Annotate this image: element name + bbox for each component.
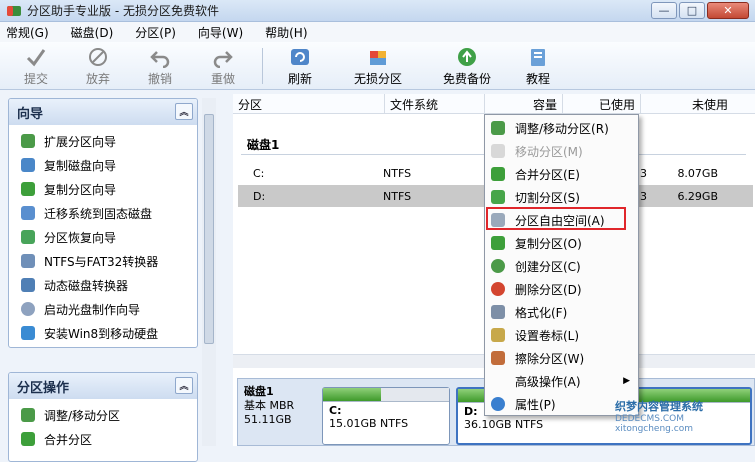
window-title: 分区助手专业版 - 无损分区免费软件 — [27, 4, 219, 18]
op-resize-move[interactable]: 调整/移动分区 — [9, 403, 197, 427]
menu-partition[interactable]: 分区(P) — [135, 24, 176, 41]
label-icon — [491, 328, 505, 342]
wizard-dynamic-disk[interactable]: 动态磁盘转换器 — [9, 273, 197, 297]
extend-icon — [21, 134, 35, 148]
copy-partition-icon — [21, 182, 35, 196]
left-panel: 向导 ︽ 扩展分区向导 复制磁盘向导 复制分区向导 迁移系统到固态磁盘 分区恢复… — [8, 98, 198, 462]
app-icon — [7, 5, 21, 16]
merge-icon — [21, 432, 35, 446]
wizard-migrate-ssd[interactable]: 迁移系统到固态磁盘 — [9, 201, 197, 225]
partition-cube-icon — [370, 51, 386, 65]
windows-icon — [21, 326, 35, 340]
free-backup-button[interactable]: 免费备份 — [437, 46, 497, 87]
refresh-icon — [291, 49, 309, 65]
ctx-move: 移动分区(M) — [485, 140, 638, 162]
ctx-delete[interactable]: 删除分区(D) — [485, 278, 638, 300]
close-button[interactable]: ✕ — [707, 2, 749, 19]
copy-disk-icon — [21, 158, 35, 172]
minimize-button[interactable]: — — [651, 2, 677, 19]
undo-button[interactable]: 撤销 — [130, 46, 190, 87]
submenu-arrow-icon: ▶ — [623, 376, 630, 386]
highlight-annotation — [486, 207, 626, 230]
ctx-merge[interactable]: 合并分区(E) — [485, 163, 638, 185]
format-icon — [491, 305, 505, 319]
watermark: 织梦内容管理系统 DEDECMS.COM xitongcheng.com — [615, 400, 703, 434]
ctx-wipe[interactable]: 擦除分区(W) — [485, 347, 638, 369]
cd-icon — [21, 302, 35, 316]
menu-general[interactable]: 常规(G) — [6, 24, 49, 41]
col-unused[interactable]: 未使用 — [641, 94, 733, 113]
wizard-win8-to-usb[interactable]: 安装Win8到移动硬盘 — [9, 321, 197, 345]
ctx-copy[interactable]: 复制分区(O) — [485, 232, 638, 254]
split-icon — [491, 190, 505, 204]
recover-icon — [21, 230, 35, 244]
tutorial-button[interactable]: 教程 — [508, 46, 568, 87]
migrate-icon — [21, 206, 35, 220]
toolbar-separator — [262, 48, 263, 84]
wipe-icon — [491, 351, 505, 365]
resize-icon — [491, 121, 505, 135]
convert-icon — [21, 254, 35, 268]
ctx-set-label[interactable]: 设置卷标(L) — [485, 324, 638, 346]
partition-block-c[interactable]: C: 15.01GB NTFS — [322, 387, 450, 445]
left-splitter-scrollbar[interactable] — [202, 98, 216, 446]
wizard-ntfs-fat32[interactable]: NTFS与FAT32转换器 — [9, 249, 197, 273]
info-icon — [491, 397, 505, 411]
delete-icon — [491, 282, 505, 296]
disk-group-label: 磁盘1 — [247, 138, 280, 152]
title-bar: 分区助手专业版 - 无损分区免费软件 — □ ✕ — [0, 0, 755, 22]
ctx-create[interactable]: 创建分区(C) — [485, 255, 638, 277]
book-icon — [531, 49, 545, 66]
refresh-button[interactable]: 刷新 — [270, 46, 330, 87]
discard-button[interactable]: 放弃 — [68, 46, 128, 87]
maximize-button[interactable]: □ — [679, 2, 705, 19]
ctx-advanced[interactable]: 高级操作(A) ▶ — [485, 370, 638, 392]
dynamic-disk-icon — [21, 278, 35, 292]
wizard-copy-partition[interactable]: 复制分区向导 — [9, 177, 197, 201]
menu-help[interactable]: 帮助(H) — [265, 24, 307, 41]
table-header: 分区 文件系统 容量 已使用 未使用 — [233, 94, 755, 114]
collapse-wizard-button[interactable]: ︽ — [175, 103, 193, 120]
scrollbar-thumb[interactable] — [204, 114, 214, 344]
op-merge[interactable]: 合并分区 — [9, 427, 197, 451]
ctx-resize-move[interactable]: 调整/移动分区(R) — [485, 117, 638, 139]
undo-icon — [150, 51, 170, 68]
menu-wizard[interactable]: 向导(W) — [198, 24, 243, 41]
col-partition[interactable]: 分区 — [233, 94, 385, 113]
move-icon — [491, 144, 505, 158]
col-used[interactable]: 已使用 — [563, 94, 641, 113]
disk-info: 磁盘1 基本 MBR 51.11GB — [244, 385, 295, 426]
check-icon — [26, 49, 46, 67]
wizard-section: 向导 ︽ 扩展分区向导 复制磁盘向导 复制分区向导 迁移系统到固态磁盘 分区恢复… — [8, 98, 198, 348]
wizard-extend-partition[interactable]: 扩展分区向导 — [9, 129, 197, 153]
partition-ops-section: 分区操作 ︽ 调整/移动分区 合并分区 — [8, 372, 198, 462]
context-menu: 调整/移动分区(R) 移动分区(M) 合并分区(E) 切割分区(S) 分区自由空… — [484, 114, 639, 416]
partition-ops-header: 分区操作 ︽ — [9, 373, 197, 399]
create-icon — [491, 259, 505, 273]
wizard-header: 向导 ︽ — [9, 99, 197, 125]
copy-icon — [491, 236, 505, 250]
usage-bar-c — [323, 388, 381, 401]
wizard-boot-cd[interactable]: 启动光盘制作向导 — [9, 297, 197, 321]
wizard-recover-partition[interactable]: 分区恢复向导 — [9, 225, 197, 249]
redo-icon — [213, 51, 233, 68]
ctx-format[interactable]: 格式化(F) — [485, 301, 638, 323]
menu-bar: 常规(G) 磁盘(D) 分区(P) 向导(W) 帮助(H) — [0, 22, 755, 42]
col-capacity[interactable]: 容量 — [485, 94, 563, 113]
collapse-partops-button[interactable]: ︽ — [175, 377, 193, 394]
wizard-copy-disk[interactable]: 复制磁盘向导 — [9, 153, 197, 177]
ctx-split[interactable]: 切割分区(S) — [485, 186, 638, 208]
backup-icon — [458, 48, 476, 66]
discard-icon — [89, 48, 107, 66]
menu-disk[interactable]: 磁盘(D) — [71, 24, 114, 41]
redo-button[interactable]: 重做 — [193, 46, 253, 87]
toolbar: 提交 放弃 撤销 重做 刷新 无损分区 免费备份 教程 — [0, 42, 755, 90]
col-filesystem[interactable]: 文件系统 — [385, 94, 485, 113]
merge-icon — [491, 167, 505, 181]
resize-icon — [21, 408, 35, 422]
submit-button[interactable]: 提交 — [6, 46, 66, 87]
lossless-partition-button[interactable]: 无损分区 — [348, 46, 408, 87]
